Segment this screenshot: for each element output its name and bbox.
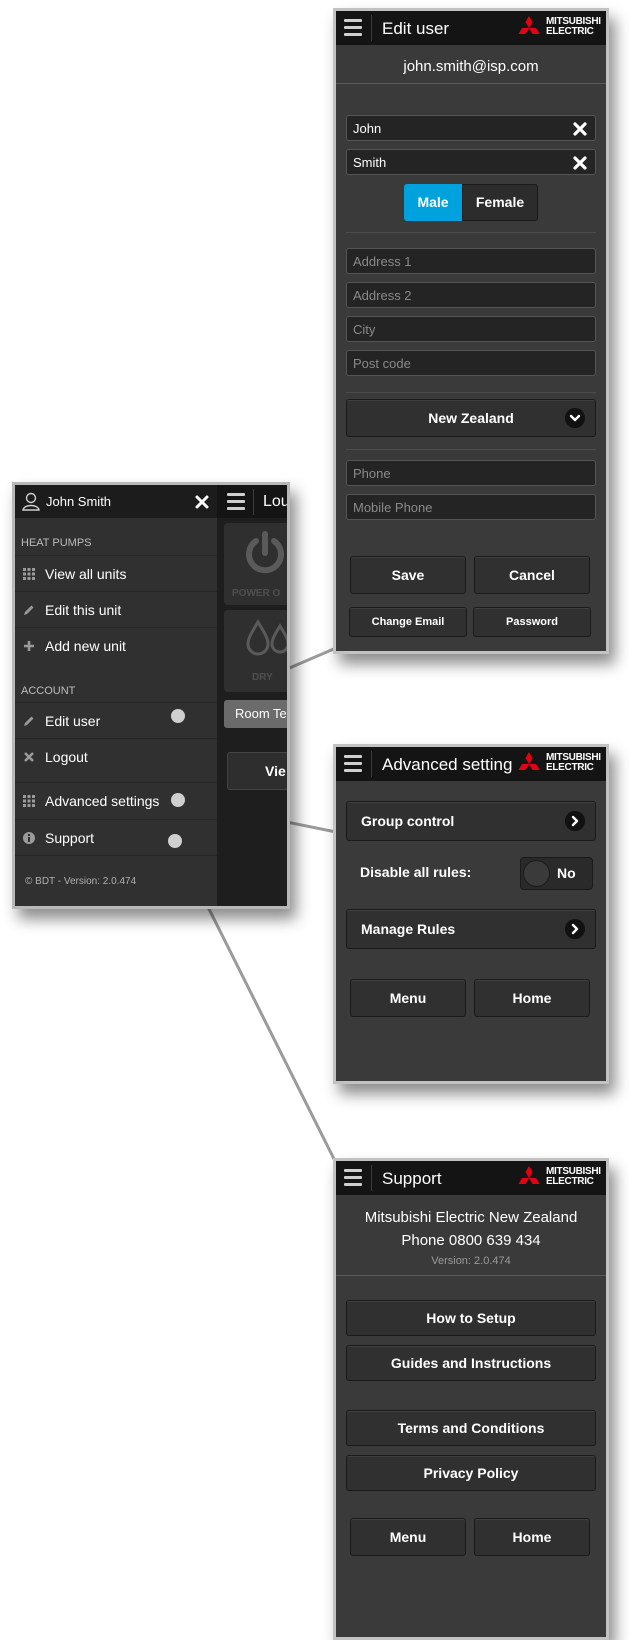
group-control-button[interactable]: Group control <box>346 801 596 841</box>
hamburger-menu-icon[interactable] <box>344 19 362 36</box>
grid-icon <box>23 568 35 580</box>
callout-dot-advanced-settings <box>171 793 185 807</box>
menu-item-add-new-unit[interactable]: Add new unit <box>15 627 217 663</box>
power-icon <box>246 531 284 574</box>
company-name: Mitsubishi Electric New Zealand <box>364 1209 578 1226</box>
chevron-right-icon <box>565 919 585 939</box>
grid-icon <box>23 795 35 807</box>
heat-pumps-section-label: HEAT PUMPS <box>21 537 92 549</box>
change-email-button[interactable]: Change Email <box>349 607 467 637</box>
pencil-icon <box>24 716 34 726</box>
support-screen: Support MITSUBISHI ELECTRIC Mitsubishi El… <box>333 1158 609 1640</box>
callout-dot-support <box>168 834 182 848</box>
account-section-label: ACCOUNT <box>21 685 76 697</box>
clear-icon[interactable] <box>571 120 589 138</box>
guides-button[interactable]: Guides and Instructions <box>346 1345 596 1381</box>
close-icon <box>24 752 34 762</box>
home-button[interactable]: Home <box>474 979 590 1017</box>
clear-icon[interactable] <box>571 154 589 172</box>
last-name-field[interactable]: Smith <box>346 149 596 175</box>
pencil-icon <box>24 605 34 615</box>
menu-panel: John Smith HEAT PUMPS View all units Edi… <box>15 485 217 906</box>
address1-field[interactable]: Address 1 <box>346 248 596 274</box>
home-screen-behind: Lou POWER O DRY Room Te Vie <box>217 485 287 906</box>
city-field[interactable]: City <box>346 316 596 342</box>
page-title: Edit user <box>382 19 450 38</box>
gender-male-option[interactable]: Male <box>404 184 462 221</box>
home-button[interactable]: Home <box>474 1518 590 1556</box>
support-phone: Phone 0800 639 434 <box>401 1232 541 1249</box>
edit-user-screen: Edit user MITSUBISHI ELECTRIC john.smith@… <box>333 8 609 654</box>
version-text: © BDT - Version: 2.0.474 <box>25 876 137 887</box>
terms-button[interactable]: Terms and Conditions <box>346 1410 596 1446</box>
info-icon <box>23 832 35 844</box>
menu-item-support[interactable]: Support <box>15 819 217 855</box>
toggle-knob <box>523 860 550 887</box>
cancel-button[interactable]: Cancel <box>474 556 590 594</box>
password-button[interactable]: Password <box>473 607 591 637</box>
user-email: john.smith@isp.com <box>403 58 539 75</box>
menu-item-view-all-units[interactable]: View all units <box>15 555 217 591</box>
close-menu-icon[interactable] <box>193 493 211 511</box>
menu-button[interactable]: Menu <box>350 1518 466 1556</box>
postcode-field[interactable]: Post code <box>346 350 596 376</box>
phone-field[interactable]: Phone <box>346 460 596 486</box>
side-menu-screen: Lou POWER O DRY Room Te Vie John Smith H… <box>12 482 290 909</box>
three-diamonds-logo-icon <box>518 16 540 34</box>
power-button-tile[interactable]: POWER O <box>224 523 287 605</box>
support-version: Version: 2.0.474 <box>431 1255 511 1267</box>
menu-item-logout[interactable]: Logout <box>15 738 217 774</box>
menu-item-edit-user[interactable]: Edit user <box>15 702 217 738</box>
disable-rules-toggle[interactable]: No <box>520 857 593 890</box>
plus-icon <box>24 641 34 651</box>
toggle-value: No <box>557 865 576 881</box>
user-icon <box>22 492 40 511</box>
hamburger-menu-icon[interactable] <box>344 1169 362 1186</box>
room-temp-badge: Room Te <box>224 700 287 728</box>
top-bar: Edit user MITSUBISHI ELECTRIC <box>336 11 606 45</box>
how-to-setup-button[interactable]: How to Setup <box>346 1300 596 1336</box>
address2-field[interactable]: Address 2 <box>346 282 596 308</box>
first-name-field[interactable]: John <box>346 115 596 141</box>
top-bar: Advanced setting MITSUBISHI ELECTRIC <box>336 747 606 781</box>
chevron-right-icon <box>565 811 585 831</box>
privacy-button[interactable]: Privacy Policy <box>346 1455 596 1491</box>
menu-item-edit-this-unit[interactable]: Edit this unit <box>15 591 217 627</box>
advanced-settings-screen: Advanced setting MITSUBISHI ELECTRIC Grou… <box>333 744 609 1084</box>
mitsubishi-logo: MITSUBISHI ELECTRIC <box>516 752 602 776</box>
callout-dot-edit-user <box>171 709 185 723</box>
page-title: Advanced setting <box>382 755 513 774</box>
mitsubishi-logo: MITSUBISHI ELECTRIC <box>516 16 602 40</box>
view-button[interactable]: Vie <box>227 752 287 790</box>
save-button[interactable]: Save <box>350 556 466 594</box>
chevron-down-icon <box>565 408 585 428</box>
country-select[interactable]: New Zealand <box>346 399 596 437</box>
hamburger-menu-icon[interactable] <box>227 493 245 510</box>
menu-header: John Smith <box>15 485 217 518</box>
menu-user-name: John Smith <box>46 494 112 509</box>
dry-mode-tile[interactable]: DRY <box>224 610 287 692</box>
hamburger-menu-icon[interactable] <box>344 755 362 772</box>
behind-title: Lou <box>263 493 290 510</box>
mobile-phone-field[interactable]: Mobile Phone <box>346 494 596 520</box>
disable-rules-label: Disable all rules: <box>360 864 472 880</box>
three-diamonds-logo-icon <box>518 1166 540 1184</box>
menu-item-advanced-settings[interactable]: Advanced settings <box>15 782 217 818</box>
mitsubishi-logo: MITSUBISHI ELECTRIC <box>516 1166 602 1190</box>
manage-rules-button[interactable]: Manage Rules <box>346 909 596 949</box>
menu-button[interactable]: Menu <box>350 979 466 1017</box>
three-diamonds-logo-icon <box>518 752 540 770</box>
gender-toggle: Male Female <box>404 184 538 221</box>
page-title: Support <box>382 1169 442 1188</box>
top-bar: Support MITSUBISHI ELECTRIC <box>336 1161 606 1195</box>
gender-female-option[interactable]: Female <box>462 184 538 221</box>
water-drop-icon <box>246 619 287 656</box>
